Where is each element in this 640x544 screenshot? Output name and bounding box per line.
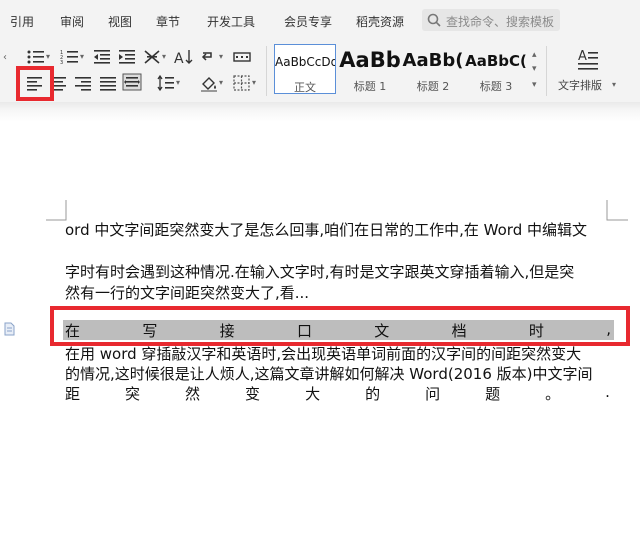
style-normal-sample: AaBbCcDd — [275, 55, 335, 69]
doc-text-line-distributed: 距 突 然 变 大 的 问 题 。 . — [65, 383, 610, 404]
style-heading-1-name: 标题 1 — [353, 80, 387, 93]
numbered-list-dropdown-icon[interactable]: ▾ — [80, 52, 84, 61]
bullet-list-icon[interactable] — [26, 48, 46, 66]
borders-icon[interactable] — [232, 74, 252, 92]
line-spacing-dropdown-icon[interactable]: ▾ — [176, 78, 180, 87]
chinese-layout-dropdown-icon[interactable]: ▾ — [162, 52, 166, 61]
paragraph-handle-icon[interactable] — [2, 322, 16, 336]
doc-char: 题 — [485, 385, 501, 403]
align-right-icon[interactable] — [73, 74, 93, 92]
paragraph-mark-dropdown-icon[interactable]: ▾ — [219, 52, 223, 61]
menu-developer-tools[interactable]: 开发工具 — [207, 13, 255, 30]
decrease-indent-icon[interactable] — [92, 48, 112, 66]
style-heading-1[interactable]: AaBb 标题 1 — [338, 44, 402, 94]
chinese-layout-icon[interactable] — [142, 48, 162, 66]
svg-text:A: A — [578, 49, 587, 64]
doc-char: 距 — [65, 385, 81, 403]
menu-view[interactable]: 视图 — [108, 13, 132, 30]
command-search-box[interactable]: 查找命令、搜索模板 — [422, 9, 560, 31]
ribbon-shadow — [0, 102, 640, 122]
sort-icon[interactable]: A — [174, 48, 194, 67]
style-gallery-up-icon[interactable]: ▴ — [532, 50, 537, 60]
doc-text-line: 然有一行的文字间距突然变大了,看... — [65, 284, 310, 302]
tab-leader-icon[interactable] — [232, 48, 252, 66]
style-heading-3-sample: AaBbC( — [465, 52, 527, 70]
text-layout-dropdown-icon[interactable]: ▾ — [612, 80, 616, 89]
doc-char: 。 — [545, 385, 561, 403]
distributed-align-icon[interactable] — [122, 73, 142, 91]
style-heading-2-name: 标题 2 — [416, 80, 450, 93]
doc-char: 变 — [245, 385, 261, 403]
text-layout-button[interactable]: 文字排版 — [558, 77, 602, 93]
line-spacing-icon[interactable] — [156, 74, 176, 92]
shading-dropdown-icon[interactable]: ▾ — [219, 78, 223, 87]
style-normal-name: 正文 — [294, 81, 316, 94]
ribbon-separator — [266, 46, 267, 96]
menu-bar: 引用 审阅 视图 章节 开发工具 会员专享 稻壳资源 查找命令、搜索模板 — [0, 0, 640, 40]
search-placeholder: 查找命令、搜索模板 — [446, 15, 555, 29]
shading-icon[interactable] — [199, 74, 219, 92]
menu-references[interactable]: 引用 — [10, 13, 34, 30]
style-heading-2[interactable]: AaBb( 标题 2 — [402, 44, 464, 94]
style-heading-1-sample: AaBb — [339, 48, 401, 72]
increase-indent-icon[interactable] — [117, 48, 137, 66]
ribbon-scroll-left-icon[interactable]: ‹ — [3, 52, 7, 63]
menu-docer-resources[interactable]: 稻壳资源 — [356, 13, 404, 30]
doc-char: 大 — [305, 385, 321, 403]
doc-text-line: 字时有时会遇到这种情况.在输入文字时,有时是文字跟英文穿插着输入,但是突 — [65, 263, 575, 281]
menu-section[interactable]: 章节 — [156, 13, 180, 30]
svg-text:3: 3 — [60, 60, 63, 66]
search-icon — [427, 13, 441, 27]
doc-char: 突 — [125, 385, 141, 403]
style-gallery-down-icon[interactable]: ▾ — [532, 64, 537, 74]
style-heading-2-sample: AaBb( — [402, 50, 464, 71]
doc-text-line: ord 中文字间距突然变大了是怎么回事,咱们在日常的工作中,在 Word 中编辑… — [65, 221, 588, 239]
style-heading-3-name: 标题 3 — [479, 80, 513, 93]
style-gallery-more-icon[interactable]: ▾ — [532, 80, 537, 90]
text-layout-icon[interactable]: A — [576, 47, 600, 71]
justify-icon[interactable] — [98, 74, 118, 92]
paragraph-mark-icon[interactable] — [199, 48, 219, 66]
style-heading-3[interactable]: AaBbC( 标题 3 — [465, 44, 527, 94]
borders-dropdown-icon[interactable]: ▾ — [252, 78, 256, 87]
ribbon-separator — [546, 46, 547, 96]
style-normal[interactable]: AaBbCcDd 正文 — [274, 44, 336, 94]
align-left-highlight — [16, 66, 54, 101]
svg-text:A: A — [174, 51, 184, 66]
doc-char: 然 — [185, 385, 201, 403]
menu-member-exclusive[interactable]: 会员专享 — [284, 13, 332, 30]
doc-text-line: 的情况,这时候很是让人烦人,这篇文章讲解如何解决 Word(2016 版本)中文… — [65, 365, 593, 383]
bullet-list-dropdown-icon[interactable]: ▾ — [46, 52, 50, 61]
doc-char: 的 — [365, 385, 381, 403]
doc-text-line: 在用 word 穿插敲汉字和英语时,会出现英语单词前面的汉字间的间距突然变大 — [65, 345, 582, 363]
menu-review[interactable]: 审阅 — [60, 13, 84, 30]
doc-char: . — [605, 383, 610, 401]
doc-char: 问 — [425, 385, 441, 403]
selected-line-highlight — [50, 306, 630, 346]
numbered-list-icon[interactable]: 123 — [60, 48, 80, 66]
